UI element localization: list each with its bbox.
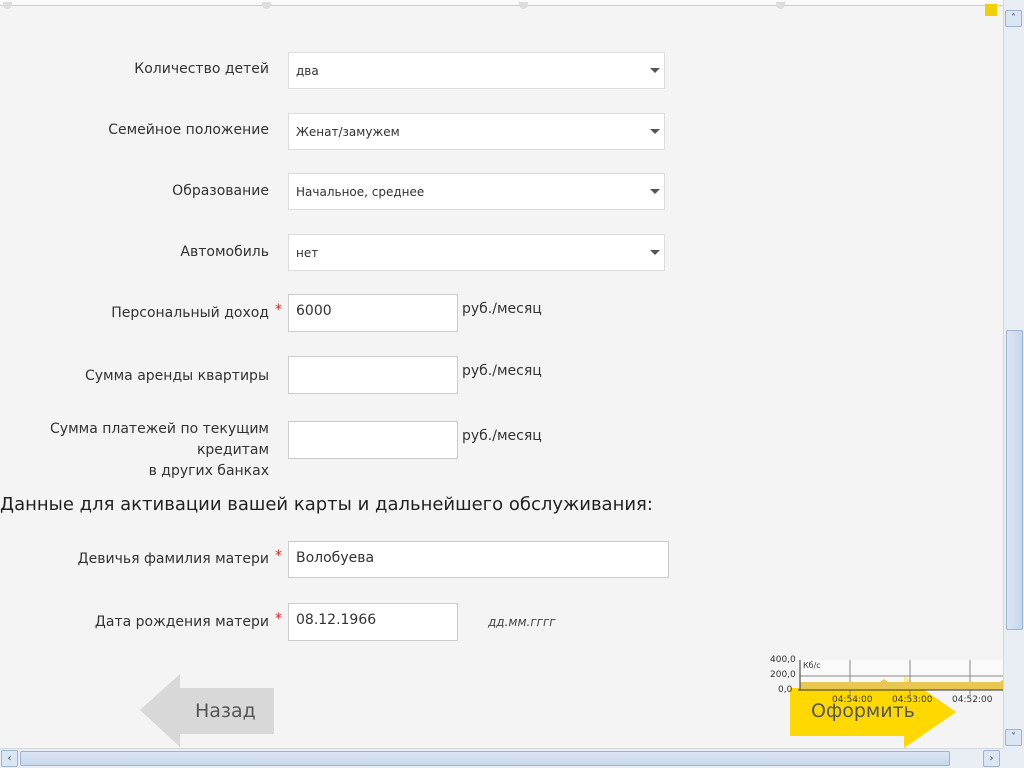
horizontal-scroll-thumb[interactable] bbox=[20, 751, 950, 766]
credits-label-line2: в других банках bbox=[148, 463, 269, 479]
chevron-down-icon bbox=[650, 189, 660, 194]
credits-input[interactable] bbox=[288, 421, 458, 459]
mother-birthdate-input[interactable]: 08.12.1966 bbox=[288, 603, 458, 641]
back-button[interactable]: Назад bbox=[140, 674, 274, 747]
y-tick: 400,0 bbox=[770, 655, 796, 665]
marital-label: Семейное положение bbox=[108, 122, 269, 138]
required-star: * bbox=[275, 302, 282, 318]
marital-select[interactable]: Женат/замужем bbox=[288, 113, 665, 150]
scroll-right-button[interactable]: › bbox=[983, 750, 1000, 767]
horizontal-scrollbar[interactable]: ‹ › bbox=[0, 748, 1003, 768]
top-ruler bbox=[0, 0, 1003, 9]
scrollbar-corner bbox=[1003, 748, 1024, 768]
credits-label: Сумма платежей по текущим кредитам в друг… bbox=[0, 419, 269, 482]
children-select[interactable]: два bbox=[288, 52, 665, 89]
mother-surname-label: Девичья фамилия матери bbox=[77, 551, 269, 567]
education-value: Начальное, среднее bbox=[296, 185, 425, 199]
scroll-down-button[interactable]: ˅ bbox=[1005, 729, 1022, 746]
required-star: * bbox=[275, 548, 282, 564]
income-label: Персональный доход bbox=[111, 305, 269, 321]
graph-unit: Кб/с bbox=[803, 661, 821, 670]
income-unit: руб./месяц bbox=[462, 301, 542, 317]
rent-label: Сумма аренды квартиры bbox=[85, 368, 269, 384]
mother-birthdate-label: Дата рождения матери bbox=[94, 614, 269, 630]
education-label: Образование bbox=[172, 183, 269, 199]
x-tick: 04:53:00 bbox=[892, 695, 933, 705]
x-tick: 04:52:00 bbox=[952, 695, 993, 705]
chevron-down-icon bbox=[650, 68, 660, 73]
scroll-up-button[interactable]: ˄ bbox=[1005, 10, 1022, 27]
education-select[interactable]: Начальное, среднее bbox=[288, 173, 665, 210]
rent-unit: руб./месяц bbox=[462, 363, 542, 379]
y-tick: 0,0 bbox=[778, 685, 793, 695]
credits-label-line1: Сумма платежей по текущим кредитам bbox=[50, 421, 269, 458]
chevron-down-icon bbox=[650, 129, 660, 134]
notification-icon[interactable] bbox=[985, 4, 997, 16]
vertical-scroll-thumb[interactable] bbox=[1006, 330, 1023, 630]
x-tick: 04:54:00 bbox=[832, 695, 873, 705]
network-speed-graph: Кб/с 400,0 200,0 0,0 04:54:00 04:53:00 0… bbox=[760, 655, 1024, 710]
ruler-knob bbox=[3, 2, 12, 9]
chevron-down-icon bbox=[650, 250, 660, 255]
required-star: * bbox=[275, 611, 282, 627]
ruler-knob bbox=[262, 2, 271, 9]
marital-value: Женат/замужем bbox=[296, 125, 400, 139]
car-label: Автомобиль bbox=[180, 244, 269, 260]
date-format-hint: дд.мм.гггг bbox=[488, 615, 556, 629]
car-select[interactable]: нет bbox=[288, 234, 665, 271]
section-title: Данные для активации вашей карты и дальн… bbox=[0, 494, 653, 515]
rent-input[interactable] bbox=[288, 356, 458, 394]
credits-unit: руб./месяц bbox=[462, 428, 542, 444]
children-label: Количество детей bbox=[134, 61, 269, 77]
y-tick: 200,0 bbox=[770, 670, 796, 680]
back-label: Назад bbox=[195, 700, 256, 722]
scroll-left-button[interactable]: ‹ bbox=[1, 750, 18, 767]
vertical-scrollbar[interactable]: ˄ ˅ bbox=[1003, 0, 1024, 748]
car-value: нет bbox=[296, 246, 319, 260]
ruler-knob bbox=[776, 2, 785, 9]
mother-surname-input[interactable]: Волобуева bbox=[288, 541, 669, 578]
income-input[interactable]: 6000 bbox=[288, 294, 458, 332]
ruler-knob bbox=[519, 2, 528, 9]
children-value: два bbox=[296, 64, 319, 78]
